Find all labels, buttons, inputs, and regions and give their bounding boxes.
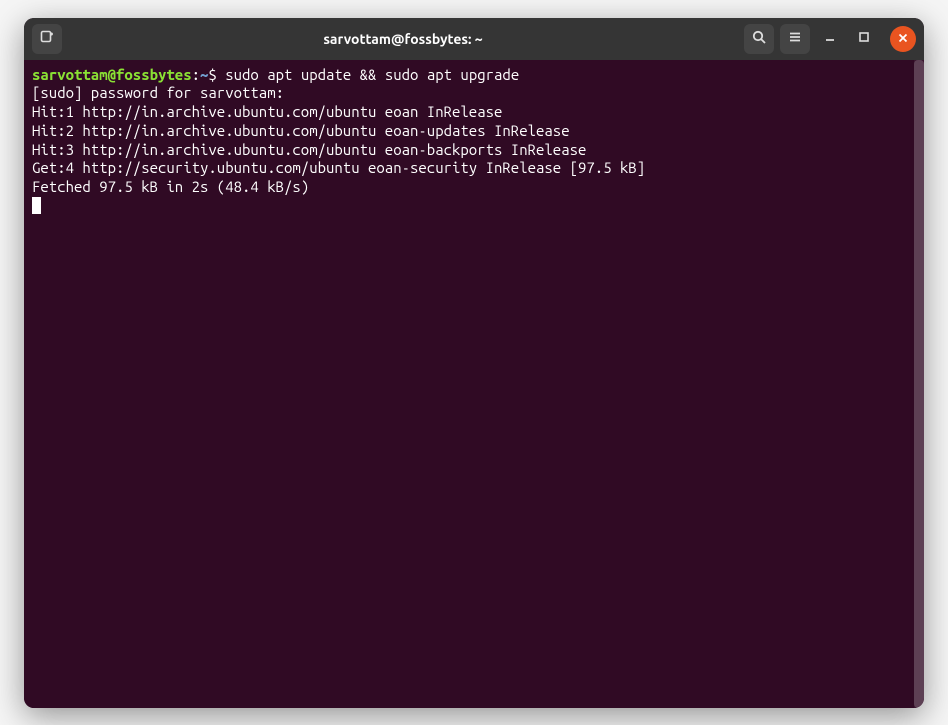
new-tab-icon <box>39 29 55 49</box>
output-line: Get:4 http://security.ubuntu.com/ubuntu … <box>32 159 916 178</box>
maximize-icon <box>856 29 872 49</box>
search-icon <box>751 29 767 49</box>
prompt-line: sarvottam@fossbytes:~$ sudo apt update &… <box>32 66 916 85</box>
scrollbar-thumb[interactable] <box>914 60 924 708</box>
minimize-button[interactable] <box>816 24 844 54</box>
minimize-icon <box>822 29 838 49</box>
prompt-colon: : <box>192 66 200 83</box>
hamburger-icon <box>787 29 803 49</box>
prompt-dollar: $ <box>208 66 225 83</box>
output-line: [sudo] password for sarvottam: <box>32 84 916 103</box>
search-button[interactable] <box>744 24 774 54</box>
titlebar-left <box>32 24 62 54</box>
terminal-body[interactable]: sarvottam@fossbytes:~$ sudo apt update &… <box>24 60 924 708</box>
output-line: Hit:3 http://in.archive.ubuntu.com/ubunt… <box>32 141 916 160</box>
close-button[interactable] <box>890 26 916 52</box>
new-tab-button[interactable] <box>32 24 62 54</box>
prompt-user-host: sarvottam@fossbytes <box>32 66 192 83</box>
command-text: sudo apt update && sudo apt upgrade <box>225 66 519 83</box>
output-line: Fetched 97.5 kB in 2s (48.4 kB/s) <box>32 178 916 197</box>
close-icon <box>897 30 909 48</box>
menu-button[interactable] <box>780 24 810 54</box>
terminal-window: sarvottam@fossbytes: ~ <box>24 18 924 708</box>
output-line: Hit:2 http://in.archive.ubuntu.com/ubunt… <box>32 122 916 141</box>
output-line: Hit:1 http://in.archive.ubuntu.com/ubunt… <box>32 103 916 122</box>
scrollbar[interactable] <box>914 60 924 708</box>
maximize-button[interactable] <box>850 24 878 54</box>
cursor-block <box>32 197 41 214</box>
cursor-line <box>32 197 916 216</box>
titlebar-right <box>744 24 916 54</box>
window-title: sarvottam@fossbytes: ~ <box>68 31 738 47</box>
titlebar: sarvottam@fossbytes: ~ <box>24 18 924 60</box>
